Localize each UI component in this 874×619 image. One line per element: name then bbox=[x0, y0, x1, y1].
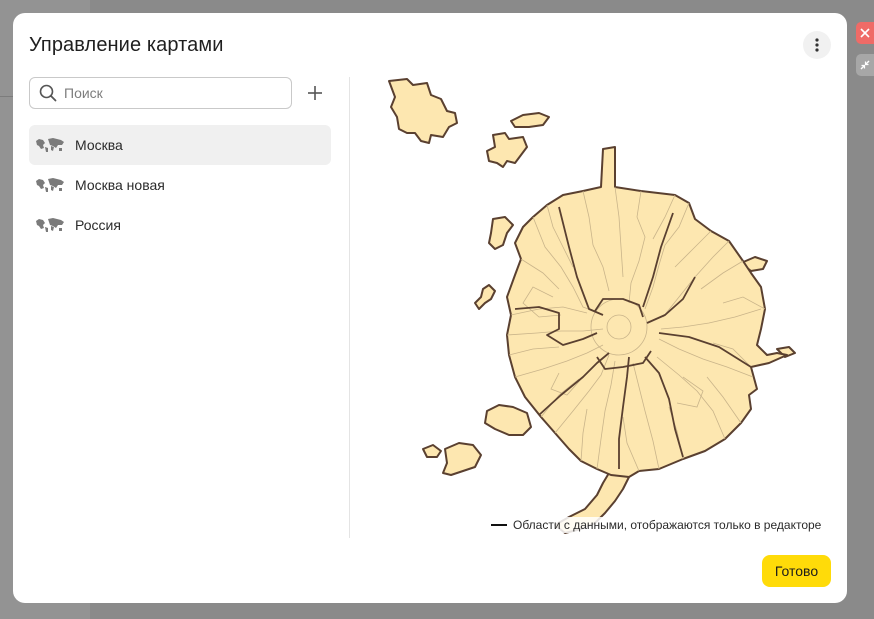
more-vertical-icon bbox=[815, 38, 819, 52]
map-region-island bbox=[510, 112, 550, 128]
collapse-icon bbox=[860, 60, 870, 70]
world-map-icon bbox=[36, 218, 64, 232]
moscow-map-preview[interactable] bbox=[383, 77, 803, 537]
map-region-island bbox=[474, 284, 496, 310]
map-legend: Области с данными, отображаются только в… bbox=[488, 517, 825, 533]
map-list-item-moscow[interactable]: Москва bbox=[29, 125, 331, 165]
done-button[interactable]: Готово bbox=[762, 555, 831, 587]
map-region-island bbox=[422, 444, 442, 458]
search-input[interactable] bbox=[64, 78, 284, 108]
close-button[interactable] bbox=[856, 22, 874, 44]
dialog-title: Управление картами bbox=[29, 34, 224, 56]
map-region-zelenograd bbox=[388, 78, 458, 144]
world-map-icon bbox=[36, 138, 64, 152]
map-region-island bbox=[484, 404, 532, 436]
map-region-island bbox=[442, 442, 482, 476]
search-field[interactable] bbox=[29, 77, 292, 109]
map-region-moscow-city bbox=[506, 146, 788, 478]
map-region-island bbox=[488, 216, 514, 250]
collapse-button[interactable] bbox=[856, 54, 874, 76]
plus-icon bbox=[308, 86, 322, 100]
map-list-item-label: Москва bbox=[75, 137, 123, 153]
add-map-button[interactable] bbox=[303, 81, 327, 105]
map-list-item-moscow-new[interactable]: Москва новая bbox=[29, 165, 331, 205]
map-list: Москва Москва новая Россия bbox=[29, 125, 331, 245]
map-management-dialog: Управление картами Мо bbox=[13, 13, 847, 603]
map-list-item-label: Москва новая bbox=[75, 177, 165, 193]
map-list-item-russia[interactable]: Россия bbox=[29, 205, 331, 245]
close-icon bbox=[860, 28, 870, 38]
legend-text: Области с данными, отображаются только в… bbox=[513, 518, 822, 532]
more-options-button[interactable] bbox=[803, 31, 831, 59]
legend-line-marker bbox=[491, 524, 507, 526]
world-map-icon bbox=[36, 178, 64, 192]
map-region-island bbox=[486, 132, 528, 168]
panel-divider bbox=[349, 77, 350, 538]
map-list-item-label: Россия bbox=[75, 217, 121, 233]
search-icon bbox=[39, 84, 57, 102]
